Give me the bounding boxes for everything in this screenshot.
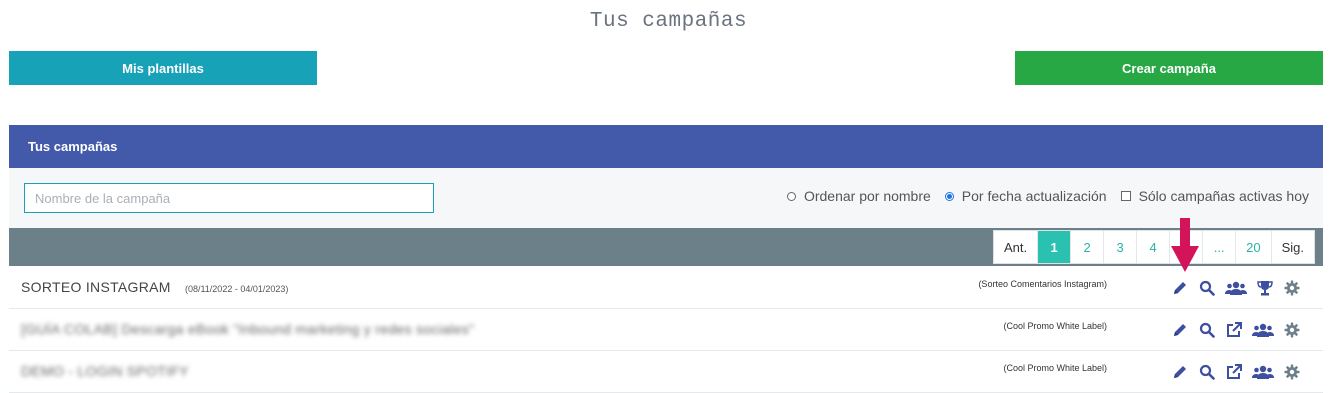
page-button-20[interactable]: 20 [1236,231,1272,263]
campaign-name[interactable]: [GUÍA COLAB] Descarga eBook "Inbound mar… [21,321,474,337]
gear-icon[interactable] [1282,362,1302,382]
users-icon[interactable] [1251,362,1275,382]
trophy-icon[interactable] [1255,278,1275,298]
campaign-row: DEMO - LOGIN SPOTIFY (Cool Promo White L… [9,351,1323,393]
radio-selected-icon[interactable] [944,191,954,201]
page-title: Tus campañas [589,10,748,33]
page-ellipsis: ... [1203,231,1237,263]
campaign-dates: (08/11/2022 - 04/01/2023) [184,284,289,294]
my-templates-button[interactable]: Mis plantillas [9,51,317,85]
external-link-icon[interactable] [1224,362,1244,382]
only-active-checkbox[interactable]: Sólo campañas activas hoy [1120,188,1309,204]
campaign-name[interactable]: DEMO - LOGIN SPOTIFY [21,363,189,379]
users-icon[interactable] [1224,278,1248,298]
campaign-name-search-input[interactable] [24,183,434,213]
sort-by-name-label: Ordenar por nombre [803,188,931,204]
campaign-name-cell: SORTEO INSTAGRAM (08/11/2022 - 04/01/202… [21,279,288,295]
campaign-row: [GUÍA COLAB] Descarga eBook "Inbound mar… [9,309,1323,351]
campaigns-panel-header: Tus campañas [9,125,1323,168]
gear-icon[interactable] [1282,320,1302,340]
campaign-row: SORTEO INSTAGRAM (08/11/2022 - 04/01/202… [9,267,1323,309]
campaign-type: (Cool Promo White Label) [1003,363,1107,373]
pagination-bar: Ant. 1 2 3 4 5 ... 20 Sig. [9,228,1323,266]
pencil-icon[interactable] [1170,362,1190,382]
panel-title: Tus campañas [28,139,118,154]
page-button-2[interactable]: 2 [1071,231,1105,263]
search-icon[interactable] [1197,320,1217,340]
campaign-type: (Cool Promo White Label) [1003,321,1107,331]
next-page-button[interactable]: Sig. [1272,231,1314,263]
row-actions [1170,320,1309,340]
users-icon[interactable] [1251,320,1275,340]
pencil-icon[interactable] [1170,320,1190,340]
pagination: Ant. 1 2 3 4 5 ... 20 Sig. [993,230,1315,264]
campaign-name-cell: [GUÍA COLAB] Descarga eBook "Inbound mar… [21,321,484,337]
down-arrow-icon [1171,218,1199,272]
row-actions [1170,362,1309,382]
radio-icon[interactable] [786,191,796,201]
search-icon[interactable] [1197,278,1217,298]
campaign-name-cell: DEMO - LOGIN SPOTIFY [21,363,199,379]
page-button-3[interactable]: 3 [1104,231,1138,263]
campaign-type: (Sorteo Comentarios Instagram) [978,279,1107,289]
page-button-4[interactable]: 4 [1137,231,1171,263]
only-active-label: Sólo campañas activas hoy [1138,188,1309,204]
sort-options: Ordenar por nombre Por fecha actualizaci… [773,188,1309,204]
sort-by-date-radio[interactable]: Por fecha actualización [944,188,1107,204]
page-button-1[interactable]: 1 [1038,231,1072,263]
create-campaign-button[interactable]: Crear campaña [1015,51,1323,85]
filter-bar: Ordenar por nombre Por fecha actualizaci… [9,168,1323,228]
sort-by-date-label: Por fecha actualización [961,188,1107,204]
sort-by-name-radio[interactable]: Ordenar por nombre [786,188,931,204]
external-link-icon[interactable] [1224,320,1244,340]
row-actions [1170,278,1309,298]
search-icon[interactable] [1197,362,1217,382]
campaign-name[interactable]: SORTEO INSTAGRAM [21,279,171,295]
prev-page-button[interactable]: Ant. [994,231,1039,263]
gear-icon[interactable] [1282,278,1302,298]
checkbox-icon[interactable] [1120,191,1131,201]
pencil-icon[interactable] [1170,278,1190,298]
